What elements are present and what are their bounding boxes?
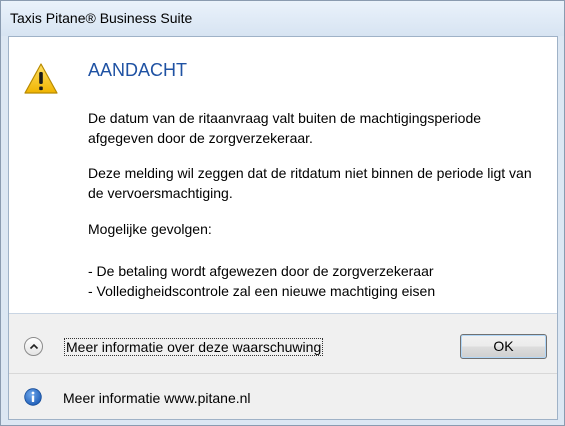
consequences-heading: Mogelijke gevolgen:: [88, 221, 212, 237]
message-area: AANDACHT De datum van de ritaanvraag val…: [9, 37, 557, 313]
warning-icon: [24, 63, 58, 94]
consequences-list: - De betaling wordt afgewezen door de zo…: [88, 261, 543, 301]
dialog-heading: AANDACHT: [88, 60, 188, 80]
dialog-body: AANDACHT De datum van de ritaanvraag val…: [8, 36, 558, 420]
consequence-item: - Volledigheidscontrole zal een nieuwe m…: [88, 283, 436, 299]
button-bar: Meer informatie over deze waarschuwing O…: [9, 314, 557, 373]
chevron-up-icon: [29, 343, 39, 350]
expand-details-button[interactable]: [24, 337, 43, 356]
window-title: Taxis Pitane® Business Suite: [10, 10, 193, 26]
message-paragraph: De datum van de ritaanvraag valt buiten …: [88, 110, 482, 146]
website-info[interactable]: Meer informatie www.pitane.nl: [63, 390, 251, 406]
consequence-item: - De betaling wordt afgewezen door de zo…: [88, 263, 434, 279]
more-info-toggle[interactable]: Meer informatie over deze waarschuwing: [64, 338, 324, 356]
dialog-window: Taxis Pitane® Business Suite AANDACHT De…: [0, 0, 565, 426]
title-bar[interactable]: Taxis Pitane® Business Suite: [1, 1, 564, 36]
info-icon: [24, 388, 42, 406]
message-paragraph: Deze melding wil zeggen dat de ritdatum …: [88, 165, 532, 201]
ok-button[interactable]: OK: [460, 334, 547, 359]
footer-info: Meer informatie www.pitane.nl: [9, 374, 557, 419]
